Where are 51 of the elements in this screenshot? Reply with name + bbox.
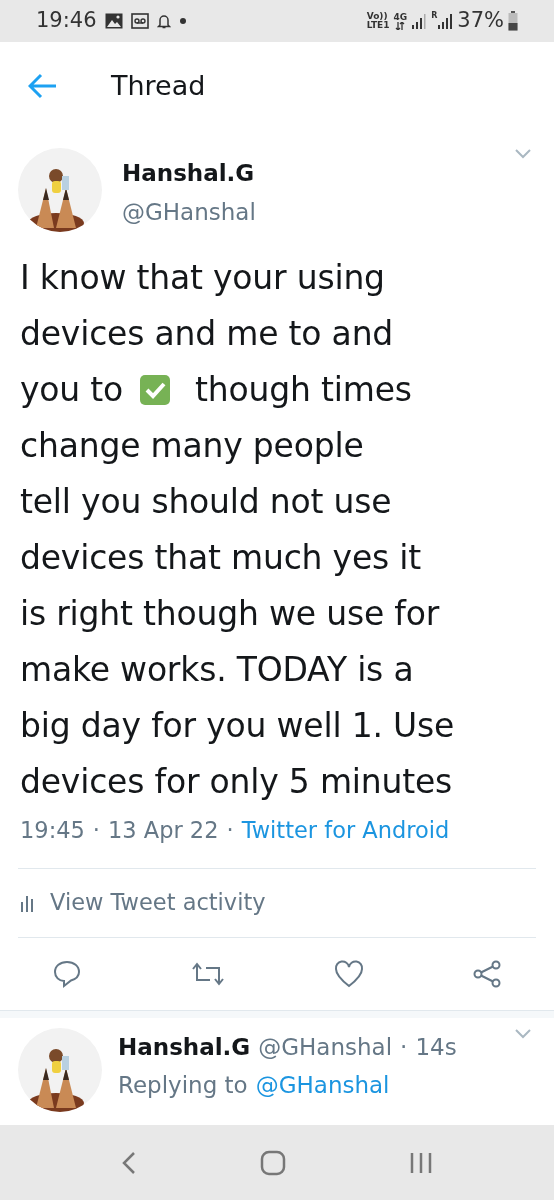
roaming-label: R xyxy=(431,12,438,20)
tweet-activity-link[interactable]: View Tweet activity xyxy=(50,885,266,920)
bar-chart-icon xyxy=(20,893,36,912)
data-arrows-icon xyxy=(395,21,406,30)
heart-icon[interactable] xyxy=(334,959,364,988)
chevron-down-icon[interactable] xyxy=(514,148,532,160)
tweet-text-line: tell you should not use xyxy=(20,481,392,523)
tweet-text-line: devices for only 5 minutes xyxy=(20,761,453,803)
tweet-text-line: make works. TODAY is a xyxy=(20,649,414,691)
bell-icon xyxy=(156,13,171,29)
separator-dot: · xyxy=(91,816,101,845)
battery-icon xyxy=(508,11,518,31)
tweet-text-line: devices and me to and xyxy=(20,313,394,355)
back-icon[interactable] xyxy=(121,1150,138,1175)
network-label: Vo)) xyxy=(366,12,388,21)
chevron-down-icon[interactable] xyxy=(514,1027,532,1040)
clock-text: 19:46 xyxy=(36,7,97,35)
network-label: LTE1 xyxy=(366,21,390,30)
voicemail-icon xyxy=(130,13,149,29)
tweet-text-line: you to xyxy=(20,369,124,411)
tweet-time: 19:45 xyxy=(20,816,85,845)
reply-age: 14s xyxy=(415,1032,457,1062)
image-icon xyxy=(104,13,123,29)
data-label: 4G xyxy=(393,12,408,22)
share-icon[interactable] xyxy=(472,958,502,989)
recent-apps-icon[interactable] xyxy=(408,1150,433,1175)
separator-dot: · xyxy=(225,816,235,845)
author-handle: @GHanshal xyxy=(258,1032,393,1062)
separator-dot: · xyxy=(399,1032,409,1062)
author-name: Hanshal.G xyxy=(118,1032,251,1062)
reply-icon[interactable] xyxy=(52,958,82,989)
home-icon[interactable] xyxy=(260,1149,286,1176)
battery-text: 37% xyxy=(457,7,504,35)
author-handle: @GHanshal xyxy=(122,197,257,227)
replying-label: Replying to xyxy=(118,1071,248,1101)
page-title: Thread xyxy=(111,68,206,103)
signal-icon xyxy=(411,12,428,30)
source-link[interactable]: Twitter for Android xyxy=(241,814,450,848)
dot-icon xyxy=(178,17,187,25)
check-mark-icon xyxy=(139,374,172,406)
author-name: Hanshal.G xyxy=(122,159,256,188)
tweet-text-line: is right though we use for xyxy=(20,593,440,635)
tweet-text-line: change many people xyxy=(20,425,364,467)
tweet-text-line: though times xyxy=(195,369,412,411)
signal-icon xyxy=(437,12,454,30)
tweet-text-line: I know that your using xyxy=(20,257,385,299)
tweet-text-line: devices that much yes it xyxy=(20,537,421,579)
back-arrow-icon[interactable] xyxy=(28,73,58,99)
mention-link[interactable]: @GHanshal xyxy=(255,1068,390,1103)
tweet-text-line: big day for you well 1. Use xyxy=(20,705,455,747)
tweet-date: 13 Apr 22 xyxy=(108,816,219,845)
